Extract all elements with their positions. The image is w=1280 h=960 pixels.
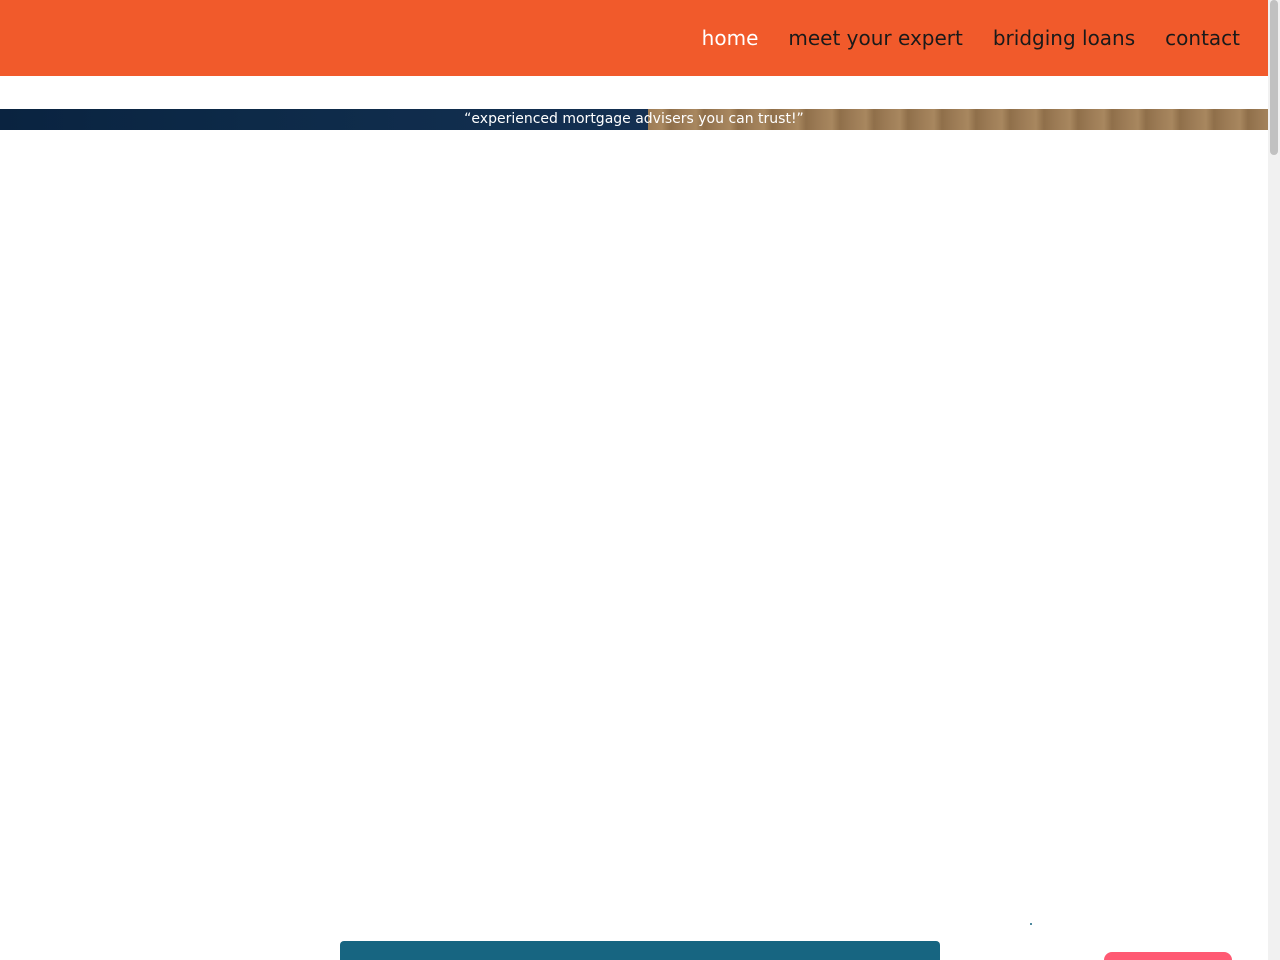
main-nav: home meet your expert bridging loans con… <box>702 24 1240 52</box>
page: home meet your expert bridging loans con… <box>0 0 1268 960</box>
scrollbar-thumb[interactable] <box>1270 0 1278 155</box>
content-panel <box>340 941 940 960</box>
hero-banner: “experienced mortgage advisers you can t… <box>0 109 1268 130</box>
decorative-dot <box>1030 923 1032 925</box>
hero-tagline: “experienced mortgage advisers you can t… <box>464 111 804 127</box>
nav-home-link[interactable]: home <box>702 24 759 52</box>
site-header: home meet your expert bridging loans con… <box>0 0 1268 76</box>
floating-action-button[interactable] <box>1104 952 1232 960</box>
nav-bridging-loans-link[interactable]: bridging loans <box>993 24 1135 52</box>
nav-contact-link[interactable]: contact <box>1165 24 1240 52</box>
page-scrollbar[interactable] <box>1268 0 1280 960</box>
nav-meet-your-expert-link[interactable]: meet your expert <box>788 24 962 52</box>
